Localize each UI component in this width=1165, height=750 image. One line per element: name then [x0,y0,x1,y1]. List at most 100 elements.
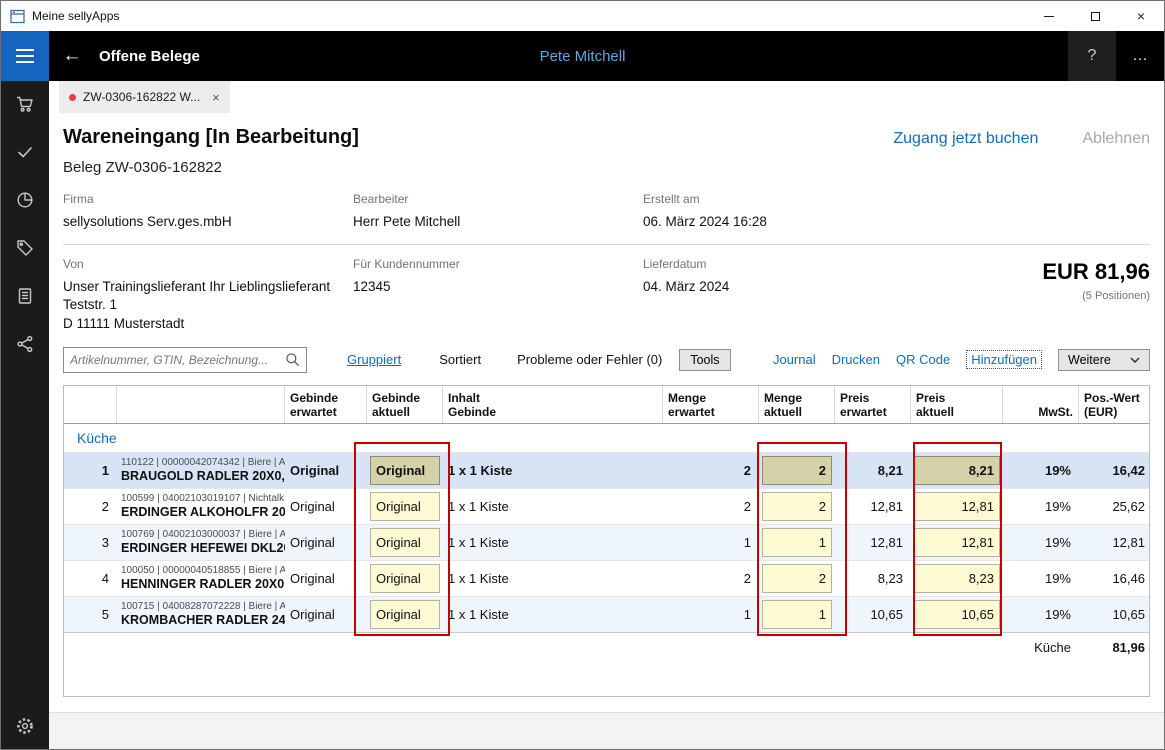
group-header[interactable]: Küche [64,424,1149,452]
search-input[interactable] [64,352,279,367]
wert-cell: 12,81 [1112,534,1145,550]
window-title: Meine sellyApps [32,9,120,23]
gebinde-aktuell-field[interactable]: Original [370,455,440,485]
menge-aktuell-field[interactable]: 1 [762,599,832,629]
check-icon [18,147,32,158]
qr-code-link[interactable]: QR Code [896,352,950,367]
main-area: ZW-0306-162822 W... × Wareneingang [In B… [49,81,1164,749]
preis-aktuell-cell: 10,65 [911,597,1003,632]
navbar-right: ? … [1068,31,1164,81]
gebinde-aktuell-field[interactable]: Original [370,599,440,629]
back-button[interactable]: ← [49,31,95,81]
article-name: BRAUGOLD RADLER 20X0,... [121,469,285,484]
gebinde-aktuell-field[interactable]: Original [370,491,440,521]
tab-close-icon[interactable]: × [212,90,220,105]
search-box [63,346,307,373]
hamburger-menu-button[interactable] [1,31,49,81]
preis-aktuell-cell: 12,81 [911,525,1003,560]
column-header[interactable]: Gebinde aktuell [367,385,443,423]
maximize-button[interactable] [1072,1,1118,31]
titlebar: Meine sellyApps × [1,1,1164,31]
preis-aktuell-field[interactable]: 10,65 [914,599,1000,629]
search-icon[interactable] [279,352,306,367]
reject-button[interactable]: Ablehnen [1082,130,1150,148]
column-header[interactable]: Menge erwartet [663,385,759,423]
gebinde-aktuell-cell: Original [367,597,443,632]
sidebar-item-prices[interactable] [1,238,49,258]
gebinde-erwartet-cell: Original [290,606,335,622]
column-header[interactable]: Inhalt Gebinde [443,385,663,423]
more-options-button[interactable]: … [1116,31,1164,81]
help-button[interactable]: ? [1068,31,1116,81]
document-tab[interactable]: ZW-0306-162822 W... × [59,81,230,113]
menge-aktuell-cell: 2 [759,489,835,524]
add-link[interactable]: Hinzufügen [966,350,1042,370]
table-row[interactable]: 5 100715 | 04008287072228 | Biere | Al...… [64,595,1149,632]
inhalt-cell: 1 x 1 Kiste [448,498,509,514]
positions-table: Gebinde erwartet Gebinde aktuell Inhalt Ge… [63,384,1153,697]
menge-aktuell-field[interactable]: 2 [762,455,832,485]
sidebar-item-settings[interactable] [1,715,49,737]
info-erstellt-am: Erstellt am 06. März 2024 16:28 [643,192,767,229]
wert-cell: 16,42 [1112,462,1145,478]
print-link[interactable]: Drucken [832,352,880,367]
menge-erwartet-cell: 1 [743,534,751,550]
preis-aktuell-field[interactable]: 12,81 [914,527,1000,557]
grouped-toggle[interactable]: Gruppiert [347,352,401,367]
table-row[interactable]: 4 100050 | 00000040518855 | Biere | Al...… [64,559,1149,596]
more-actions-button[interactable]: Weitere [1058,348,1150,371]
article-name: KROMBACHER RADLER 24X... [121,613,285,628]
menge-aktuell-cell: 2 [759,561,835,596]
sidebar-item-share[interactable] [1,334,49,354]
menge-aktuell-field[interactable]: 2 [762,491,832,521]
preis-aktuell-field[interactable]: 8,21 [914,455,1000,485]
num-cell: 2 [101,498,109,514]
table-row[interactable]: 1 110122 | 00000042074342 | Biere | Al...… [64,451,1149,488]
column-header[interactable]: Preis erwartet [835,385,911,423]
share-icon [17,335,33,353]
sidebar-item-tasks[interactable] [1,142,49,162]
gebinde-aktuell-field[interactable]: Original [370,563,440,593]
sidebar-item-documents[interactable] [1,286,49,306]
footer-group-total: 81,96 [1112,639,1145,655]
preis-aktuell-cell: 12,81 [911,489,1003,524]
table-row[interactable]: 3 100769 | 04002103000037 | Biere | Al...… [64,523,1149,560]
wert-cell: 25,62 [1112,498,1145,514]
journal-link[interactable]: Journal [773,352,816,367]
table-row[interactable]: 2 100599 | 04002103019107 | Nichtalk... ER… [64,487,1149,524]
column-header[interactable]: MwSt. [1003,385,1079,423]
sidebar-item-cart[interactable] [1,94,49,114]
mwst-cell: 19% [1044,606,1071,622]
minimize-button[interactable] [1026,1,1072,31]
sorted-toggle[interactable]: Sortiert [439,352,481,367]
preis-aktuell-field[interactable]: 12,81 [914,491,1000,521]
user-name[interactable]: Pete Mitchell [540,48,626,65]
column-header[interactable]: Gebinde erwartet [285,385,367,423]
menge-aktuell-field[interactable]: 2 [762,563,832,593]
problems-filter[interactable]: Probleme oder Fehler (0) [517,352,662,367]
menge-aktuell-cell: 1 [759,597,835,632]
back-arrow-icon: ← [62,45,82,66]
tools-button[interactable]: Tools [679,348,731,371]
column-header[interactable]: Pos.-Wert (EUR) [1079,386,1153,423]
preis-erwartet-cell: 12,81 [870,534,903,550]
article-cell: 110122 | 00000042074342 | Biere | Al... B… [117,453,285,488]
preis-aktuell-field[interactable]: 8,23 [914,563,1000,593]
menge-erwartet-cell: 2 [743,462,751,478]
inhalt-cell: 1 x 1 Kiste [448,462,513,478]
info-firma: Firma sellysolutions Serv.ges.mbH [63,192,232,229]
gebinde-aktuell-cell: Original [367,561,443,596]
menge-aktuell-field[interactable]: 1 [762,527,832,557]
book-receipt-button[interactable]: Zugang jetzt buchen [893,130,1038,148]
gebinde-erwartet-cell: Original [290,570,335,586]
close-button[interactable]: × [1118,1,1164,31]
sidebar-item-reports[interactable] [1,190,49,210]
ledger-icon [18,288,32,304]
article-code: 100715 | 04008287072228 | Biere | Al... [121,601,285,613]
price-tag-icon [17,240,33,256]
gear-icon [17,718,33,734]
column-header[interactable]: Menge aktuell [759,385,835,423]
column-header[interactable]: Preis aktuell [911,385,1003,423]
gebinde-aktuell-field[interactable]: Original [370,527,440,557]
tab-label: ZW-0306-162822 W... [83,90,201,104]
